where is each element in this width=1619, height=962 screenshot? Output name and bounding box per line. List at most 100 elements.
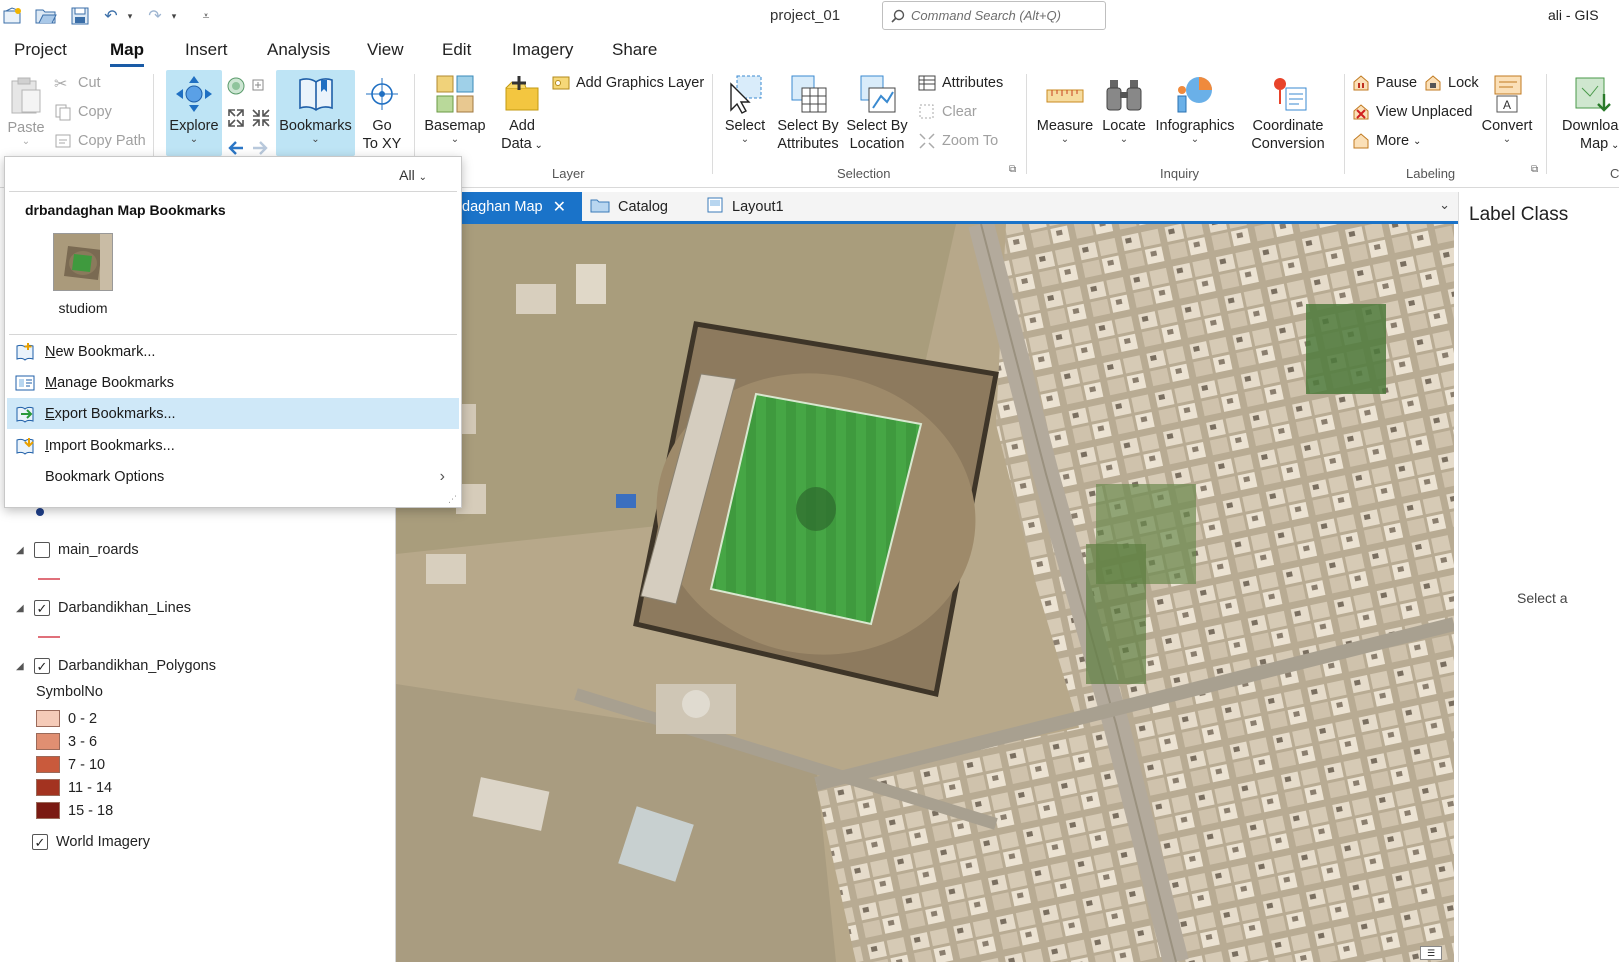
layer-row-main-roards[interactable]: ◢ main_roards xyxy=(16,542,139,558)
locate-label: Locate xyxy=(1102,118,1146,134)
ribbon-separator xyxy=(1546,74,1547,174)
point-symbol-icon xyxy=(36,508,44,516)
selection-dialog-launcher-icon[interactable]: ⧉ xyxy=(1009,164,1016,175)
bookmark-options-menu-item[interactable]: Bookmark Options › xyxy=(7,461,459,492)
undo-icon[interactable]: ↶ xyxy=(100,5,122,27)
add-data-button[interactable]: Add Data ⌄ xyxy=(494,74,550,155)
add-graphics-layer-button[interactable]: Add Graphics Layer xyxy=(552,72,704,94)
tab-analysis[interactable]: Analysis xyxy=(267,40,330,60)
map-view[interactable]: ☰ xyxy=(396,224,1454,962)
paste-dropdown-icon: ⌄ xyxy=(21,136,31,147)
collapse-triangle-icon[interactable]: ◢ xyxy=(16,545,34,556)
infographics-label: Infographics xyxy=(1155,118,1235,134)
explore-dropdown-icon: ⌄ xyxy=(189,134,199,145)
explore-button[interactable]: Explore ⌄ xyxy=(166,74,222,145)
map-menu-icon[interactable]: ☰ xyxy=(1420,946,1442,960)
select-button[interactable]: Select ⌄ xyxy=(722,74,768,145)
tab-map[interactable]: Map xyxy=(110,40,144,67)
convert-dropdown-icon: ⌄ xyxy=(1502,134,1512,145)
export-bookmarks-menu-item[interactable]: Export Bookmarks... xyxy=(7,398,459,429)
labeling-dialog-launcher-icon[interactable]: ⧉ xyxy=(1531,164,1538,175)
tab-edit[interactable]: Edit xyxy=(442,40,471,60)
download-map-button[interactable]: Downloa Map ⌄ xyxy=(1552,74,1619,155)
open-project-icon[interactable] xyxy=(34,5,58,27)
infographics-button[interactable]: Infographics ⌄ xyxy=(1150,74,1240,145)
layer-visibility-checkbox[interactable] xyxy=(34,542,50,558)
menu-item-label: Bookmark Options xyxy=(45,468,165,485)
manage-bookmarks-menu-item[interactable]: Manage Bookmarks xyxy=(7,367,459,398)
legend-field-title: SymbolNo xyxy=(36,684,103,700)
lock-labels-button[interactable]: Lock xyxy=(1424,72,1479,94)
user-portal-label[interactable]: ali - GIS xyxy=(1548,7,1599,23)
layer-visibility-checkbox[interactable]: ✓ xyxy=(32,834,48,850)
cut-button[interactable]: ✂ Cut xyxy=(54,72,101,94)
tab-overflow-chevron-icon[interactable]: ⌄ xyxy=(1439,197,1450,213)
infographics-dropdown-icon: ⌄ xyxy=(1190,134,1200,145)
paste-button[interactable]: Paste ⌄ xyxy=(4,76,48,147)
close-tab-icon[interactable]: ✕ xyxy=(553,197,566,217)
bookmarks-dropdown-menu: All ⌄ drbandaghan Map Bookmarks studiom … xyxy=(4,156,462,508)
bookmarks-button[interactable]: Bookmarks ⌄ xyxy=(276,74,355,145)
legend-class-row[interactable]: 0 - 2 xyxy=(36,710,97,727)
redo-icon[interactable]: ↷ xyxy=(144,5,166,27)
bookmark-filter-dropdown[interactable]: All ⌄ xyxy=(399,167,427,183)
tab-view[interactable]: View xyxy=(367,40,404,60)
go-to-xy-button[interactable]: Go To XY xyxy=(358,74,406,153)
tab-catalog-view[interactable]: Catalog xyxy=(586,192,696,221)
catalog-tab-label: Catalog xyxy=(618,198,668,215)
layout-tab-label: Layout1 xyxy=(732,198,784,215)
tab-insert[interactable]: Insert xyxy=(185,40,228,60)
collapse-triangle-icon[interactable]: ◢ xyxy=(16,603,34,614)
copy-path-button[interactable]: Copy Path xyxy=(54,130,146,152)
legend-class-row[interactable]: 11 - 14 xyxy=(36,779,112,796)
attributes-button[interactable]: Attributes xyxy=(918,72,1003,94)
new-project-icon[interactable] xyxy=(2,5,24,27)
legend-title-text: SymbolNo xyxy=(36,684,103,700)
legend-class-row[interactable]: 7 - 10 xyxy=(36,756,105,773)
new-bookmark-menu-item[interactable]: New Bookmark... xyxy=(7,336,459,367)
layer-row-darbandikhan-polygons[interactable]: ◢ ✓ Darbandikhan_Polygons xyxy=(16,658,216,674)
tab-layout-view[interactable]: Layout1 xyxy=(702,192,812,221)
next-group-label: C xyxy=(1610,166,1619,181)
measure-button[interactable]: Measure ⌄ xyxy=(1034,74,1096,145)
legend-class-row[interactable]: 15 - 18 xyxy=(36,802,113,819)
layer-visibility-checkbox[interactable]: ✓ xyxy=(34,600,50,616)
resize-grip-icon[interactable]: ⋰ xyxy=(448,494,457,505)
select-by-location-button[interactable]: Select By Location xyxy=(840,74,914,153)
more-labeling-button[interactable]: More ⌄ xyxy=(1352,130,1421,152)
layer-row-world-imagery[interactable]: ✓ World Imagery xyxy=(32,834,150,850)
labeling-group-label: Labeling xyxy=(1406,166,1456,181)
convert-labels-icon: A xyxy=(1494,75,1522,113)
tab-share[interactable]: Share xyxy=(612,40,657,60)
add-graphics-label: Add Graphics Layer xyxy=(576,75,705,91)
copy-button[interactable]: Copy xyxy=(54,101,112,123)
layer-name: World Imagery xyxy=(56,834,151,850)
convert-labels-button[interactable]: A Convert ⌄ xyxy=(1476,74,1538,145)
tab-project[interactable]: Project xyxy=(14,40,67,60)
collapse-triangle-icon[interactable]: ◢ xyxy=(16,661,34,672)
attributes-label: Attributes xyxy=(942,75,1004,91)
pane-title: Label Class xyxy=(1469,204,1569,225)
import-bookmarks-menu-item[interactable]: Import Bookmarks... xyxy=(7,430,459,461)
search-placeholder: Command Search (Alt+Q) xyxy=(911,8,1061,23)
basemap-button[interactable]: Basemap ⌄ xyxy=(422,74,488,145)
coordinate-conversion-button[interactable]: Coordinate Conversion xyxy=(1240,74,1336,153)
layer-visibility-checkbox[interactable]: ✓ xyxy=(34,658,50,674)
locate-button[interactable]: Locate ⌄ xyxy=(1096,74,1152,145)
select-by-attributes-button[interactable]: Select By Attributes xyxy=(770,74,846,153)
menu-item-mnemonic: M xyxy=(45,374,58,391)
customize-toolbar-icon[interactable]: ⩡ xyxy=(196,5,216,27)
clear-selection-button[interactable]: Clear xyxy=(918,101,977,123)
undo-dropdown-icon[interactable]: ▾ xyxy=(124,5,136,27)
bookmark-thumbnail[interactable] xyxy=(53,233,113,291)
view-unplaced-button[interactable]: View Unplaced xyxy=(1352,101,1472,123)
zoom-to-selection-button[interactable]: Zoom To xyxy=(918,130,998,152)
tab-imagery[interactable]: Imagery xyxy=(512,40,573,60)
command-search-input[interactable]: Command Search (Alt+Q) xyxy=(882,1,1106,30)
layer-row-darbandikhan-lines[interactable]: ◢ ✓ Darbandikhan_Lines xyxy=(16,600,191,616)
bookmark-name[interactable]: studiom xyxy=(31,300,135,316)
pause-labeling-button[interactable]: Pause xyxy=(1352,72,1417,94)
redo-dropdown-icon[interactable]: ▾ xyxy=(168,5,180,27)
save-project-icon[interactable] xyxy=(68,5,92,27)
legend-class-row[interactable]: 3 - 6 xyxy=(36,733,97,750)
